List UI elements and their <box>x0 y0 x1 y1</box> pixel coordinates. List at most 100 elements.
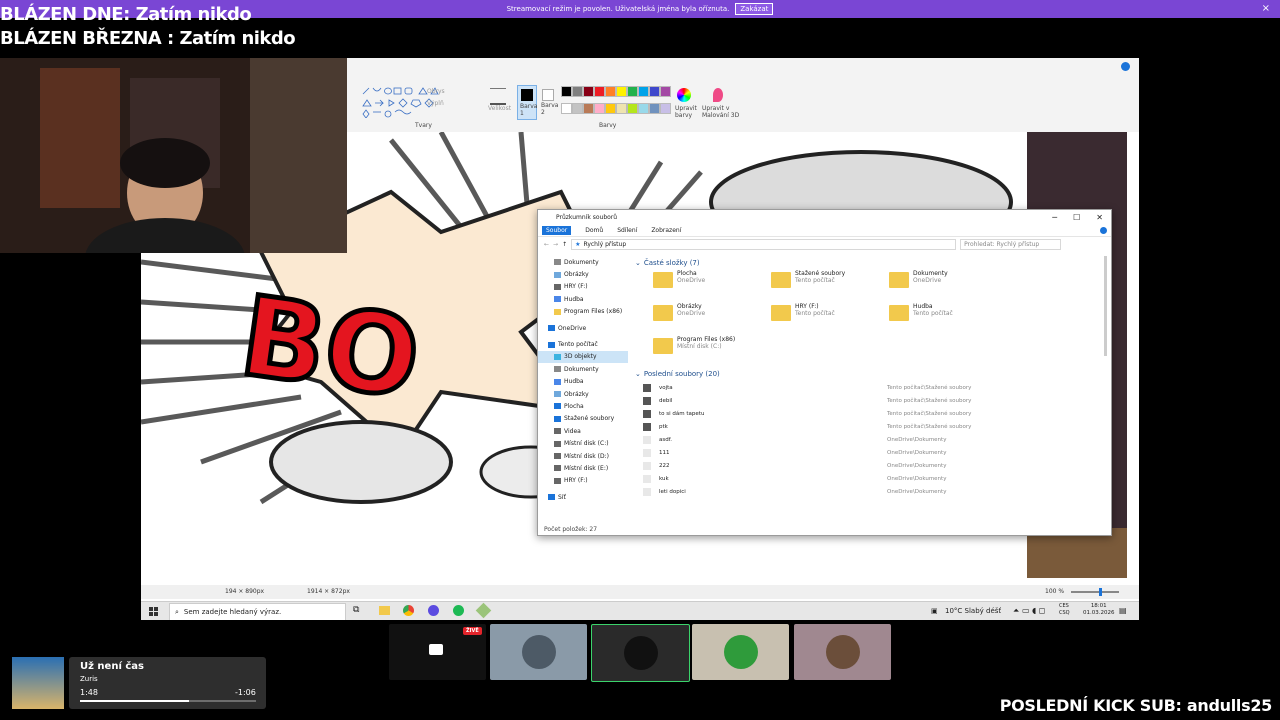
color-palette[interactable] <box>561 86 673 118</box>
palette-swatch[interactable] <box>605 102 616 114</box>
nav-item[interactable]: Tento počítač <box>538 338 628 350</box>
tab-zobrazeni[interactable]: Zobrazení <box>651 227 681 234</box>
nav-item[interactable]: OneDrive <box>538 322 628 334</box>
explorer-search-box[interactable]: Prohledat: Rychlý přístup <box>960 238 1062 250</box>
tab-domu[interactable]: Domů <box>585 227 603 234</box>
task-view-icon[interactable]: ⧉ <box>353 605 359 615</box>
disable-streaming-mode-button[interactable]: Zakázat <box>735 3 774 15</box>
spotify-icon[interactable] <box>453 605 464 616</box>
size-icon[interactable] <box>490 88 506 105</box>
tray-icons[interactable]: ⏶ ▭ ◖ ◻ <box>1013 606 1045 616</box>
color1-button[interactable]: Barva 1 <box>517 85 538 120</box>
palette-swatch[interactable] <box>660 86 671 97</box>
participant-5[interactable] <box>794 624 891 680</box>
nav-item[interactable]: Místní disk (E:) <box>538 462 628 474</box>
recent-file-row[interactable]: 222 OneDrive\Dokumenty <box>635 459 1100 472</box>
discord-icon[interactable] <box>428 605 439 616</box>
palette-swatch[interactable] <box>561 86 572 97</box>
frequent-folder-tile[interactable]: Dokumenty OneDrive <box>889 270 1007 297</box>
palette-swatch[interactable] <box>572 102 583 114</box>
recent-file-row[interactable]: vojta Tento počítač\Stažené soubory <box>635 381 1100 394</box>
help-icon[interactable] <box>1121 62 1130 71</box>
frequent-folder-tile[interactable]: Hudba Tento počítač <box>889 303 1007 330</box>
recent-file-row[interactable]: asdf. OneDrive\Dokumenty <box>635 433 1100 446</box>
nav-item[interactable]: Stažené soubory <box>538 413 628 425</box>
palette-swatch[interactable] <box>561 102 572 114</box>
maximize-icon[interactable]: ☐ <box>1073 213 1080 222</box>
palette-swatch[interactable] <box>638 86 649 97</box>
nav-item[interactable]: HRY (F:) <box>538 281 628 293</box>
paint3d-icon[interactable] <box>713 88 723 102</box>
palette-swatch[interactable] <box>638 102 649 114</box>
palette-swatch[interactable] <box>583 102 594 114</box>
explorer-scrollbar[interactable] <box>1104 256 1107 356</box>
nav-item[interactable]: HRY (F:) <box>538 475 628 487</box>
participant-3-speaking[interactable] <box>591 624 690 682</box>
nav-item[interactable]: Místní disk (D:) <box>538 450 628 462</box>
frequent-folder-tile[interactable]: HRY (F:) Tento počítač <box>771 303 889 330</box>
nav-item[interactable]: Místní disk (C:) <box>538 437 628 449</box>
address-bar[interactable]: ★ Rychlý přístup <box>571 238 957 250</box>
outline-dropdown[interactable]: Obrys <box>427 88 445 95</box>
weather-text[interactable]: 10°C Slabý déšť <box>945 607 1001 615</box>
start-button[interactable] <box>149 607 158 616</box>
participant-2[interactable] <box>490 624 587 680</box>
palette-swatch[interactable] <box>594 102 605 114</box>
nav-item[interactable]: Videa <box>538 425 628 437</box>
recent-files-header[interactable]: ⌄ Poslední soubory (20) <box>635 367 1100 381</box>
nav-item[interactable]: Síť <box>538 491 628 503</box>
palette-swatch[interactable] <box>649 102 660 114</box>
recent-file-row[interactable]: ptk Tento počítač\Stažené soubory <box>635 420 1100 433</box>
nav-item[interactable]: Dokumenty <box>538 256 628 268</box>
palette-swatch[interactable] <box>649 86 660 97</box>
frequent-folder-tile[interactable]: Obrázky OneDrive <box>653 303 771 330</box>
nav-item[interactable]: Dokumenty <box>538 363 628 375</box>
nav-item[interactable]: Obrázky <box>538 268 628 280</box>
weather-icon[interactable]: ▣ <box>931 607 938 615</box>
file-explorer-taskbar-icon[interactable] <box>379 606 390 615</box>
tab-soubor[interactable]: Soubor <box>542 225 572 235</box>
participant-host[interactable]: ŽIVĚ <box>389 624 486 680</box>
palette-swatch[interactable] <box>627 86 638 97</box>
nav-item[interactable]: Plocha <box>538 400 628 412</box>
participant-4[interactable] <box>692 624 789 680</box>
input-language[interactable]: CES CSQ <box>1059 603 1070 617</box>
notifications-icon[interactable]: ▤ <box>1119 606 1127 615</box>
recent-file-row[interactable]: to si dám tapetu Tento počítač\Stažené so… <box>635 407 1100 420</box>
frequent-folder-tile[interactable]: Plocha OneDrive <box>653 270 771 297</box>
nav-item[interactable]: 3D objekty <box>538 350 628 364</box>
palette-swatch[interactable] <box>583 86 594 97</box>
back-icon[interactable]: ← <box>544 241 549 248</box>
recent-file-row[interactable]: kuk OneDrive\Dokumenty <box>635 472 1100 485</box>
palette-swatch[interactable] <box>660 102 671 114</box>
palette-swatch[interactable] <box>594 86 605 97</box>
minimize-icon[interactable]: ─ <box>1052 213 1057 222</box>
banner-close-icon[interactable]: × <box>1262 3 1270 14</box>
palette-swatch[interactable] <box>605 86 616 97</box>
palette-swatch[interactable] <box>627 102 638 114</box>
recent-file-row[interactable]: leti dopici OneDrive\Dokumenty <box>635 485 1100 498</box>
edit-colors-icon[interactable] <box>677 88 691 102</box>
frequent-folder-tile[interactable]: Program Files (x86) Místní disk (C:) <box>653 336 771 363</box>
nav-item[interactable]: Obrázky <box>538 388 628 400</box>
tab-sdileni[interactable]: Sdílení <box>617 227 637 234</box>
palette-swatch[interactable] <box>616 102 627 114</box>
frequent-folders-header[interactable]: ⌄ Časté složky (7) <box>635 256 1100 270</box>
palette-swatch[interactable] <box>572 86 583 97</box>
up-icon[interactable]: ↑ <box>562 241 567 248</box>
forward-icon[interactable]: → <box>553 241 558 248</box>
nav-item[interactable]: Hudba <box>538 376 628 388</box>
explorer-help-icon[interactable] <box>1100 226 1107 234</box>
frequent-folder-tile[interactable]: Stažené soubory Tento počítač <box>771 270 889 297</box>
recent-file-row[interactable]: 111 OneDrive\Dokumenty <box>635 446 1100 459</box>
nav-item[interactable]: Hudba <box>538 293 628 305</box>
paint-taskbar-icon[interactable] <box>475 602 492 619</box>
zoom-slider[interactable] <box>1071 588 1119 596</box>
clock[interactable]: 18:01 01.03.2026 <box>1083 603 1115 617</box>
recent-file-row[interactable]: debil Tento počítač\Stažené soubory <box>635 394 1100 407</box>
color2-button[interactable]: Barva 2 <box>539 85 559 118</box>
zoom-slider-thumb[interactable] <box>1099 588 1102 596</box>
nav-item[interactable]: Program Files (x86) <box>538 306 628 318</box>
close-icon[interactable]: ✕ <box>1096 213 1103 222</box>
fill-dropdown[interactable]: Výplň <box>427 100 444 107</box>
